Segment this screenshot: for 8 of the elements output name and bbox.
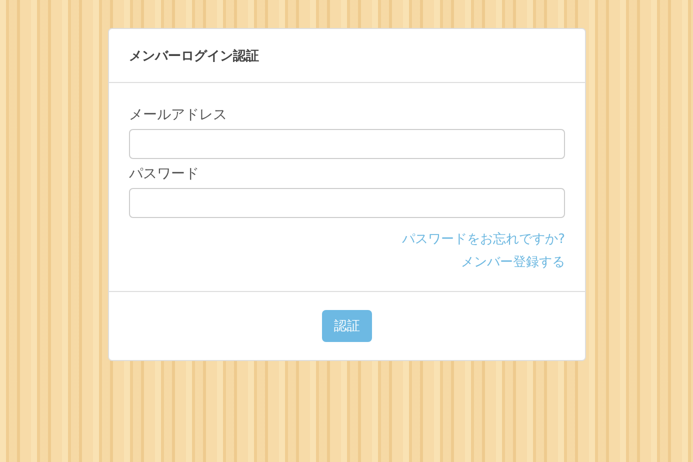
text-link[interactable]: パスワードをお忘れですか? xyxy=(402,230,565,248)
input-field[interactable] xyxy=(129,188,565,218)
input-field[interactable] xyxy=(129,129,565,159)
text-link[interactable]: メンバー登録する xyxy=(461,253,565,271)
panel-title: メンバーログイン認証 xyxy=(129,49,259,64)
field-label: メールアドレス xyxy=(129,106,227,124)
submit-button[interactable]: 認証 xyxy=(322,310,372,342)
field-label: パスワード xyxy=(129,165,199,183)
